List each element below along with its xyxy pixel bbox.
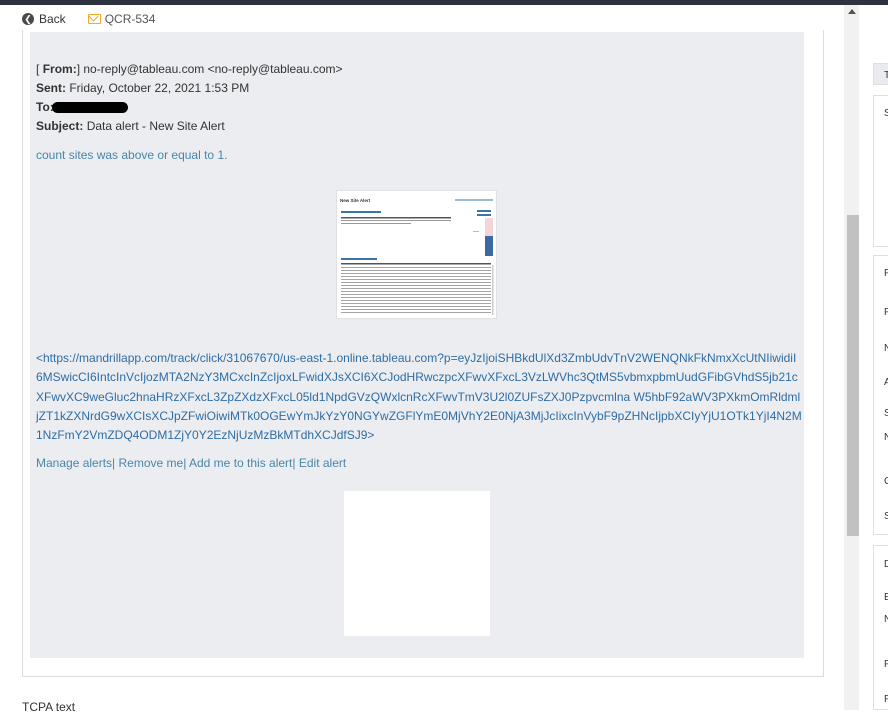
right-panel-letter: F [884,659,888,670]
alert-message: count sites was above or equal to 1. [36,148,228,162]
right-panel-letter: S [884,511,888,522]
right-panel-letter: F [884,268,888,279]
right-panel-letter: N [884,343,888,354]
sent-label: Sent: [36,81,66,95]
preview-title: New Site Alert [340,198,371,203]
subject-label: Subject: [36,119,84,133]
right-panel-letter: T [884,70,888,81]
ticket-id: QCR-534 [104,12,156,26]
alert-preview-graphic: New Site Alert [340,198,494,315]
from-prefix: [ [36,62,40,76]
redacted-recipient [51,102,128,114]
subject-value: Data alert - New Site Alert [86,119,225,133]
sent-value: Friday, October 22, 2021 1:53 PM [69,81,250,95]
sent-line: Sent: Friday, October 22, 2021 1:53 PM [36,81,249,95]
right-panel-letter: E [884,592,888,603]
right-panel-letter: N [884,614,888,625]
right-panel-letter: D [884,559,888,570]
right-panel-letter: S [884,408,888,419]
right-panel-letter: C [884,476,888,487]
from-value: no-reply@tableau.com <no-reply@tableau.c… [83,62,343,76]
back-arrow-icon: ❮ [22,13,34,25]
blank-image [344,491,490,636]
link-separator: | [292,456,296,470]
back-button[interactable]: ❮ Back [22,12,66,26]
alert-links: Manage alerts| Remove me| Add me to this… [36,456,346,470]
subject-line: Subject: Data alert - New Site Alert [36,119,225,133]
right-panel-letter: F [884,694,888,705]
scrollbar-thumb[interactable] [847,215,859,536]
alert-preview-image[interactable]: New Site Alert [336,190,497,319]
link-separator: | [112,456,116,470]
right-panel-letter: N [884,432,888,443]
tcpa-label: TCPA text [22,700,76,714]
link-separator: | [183,456,187,470]
right-panel-letter: A [884,377,888,388]
tracking-link[interactable]: <https://mandrillapp.com/track/click/310… [36,349,802,445]
edit-alert-link[interactable]: Edit alert [299,456,346,470]
from-label: From: [42,62,77,76]
manage-alerts-link[interactable]: Manage alerts [36,456,112,470]
add-me-link[interactable]: Add me to this alert [189,456,292,470]
top-bar [0,0,888,5]
right-panel-letter: S [884,108,888,119]
remove-me-link[interactable]: Remove me [119,456,184,470]
right-panel-section [873,255,888,535]
from-line: [ From:] no-reply@tableau.com <no-reply@… [36,62,343,76]
right-panel-letter: F [884,307,888,318]
ticket-link[interactable]: QCR-534 [87,12,156,26]
from-bracket: ] [76,62,81,76]
back-label: Back [39,12,66,26]
to-line: To: [36,100,128,114]
envelope-icon [87,14,101,24]
header-nav: ❮ Back QCR-534 [22,11,155,27]
scroll-up-icon[interactable] [848,9,856,14]
